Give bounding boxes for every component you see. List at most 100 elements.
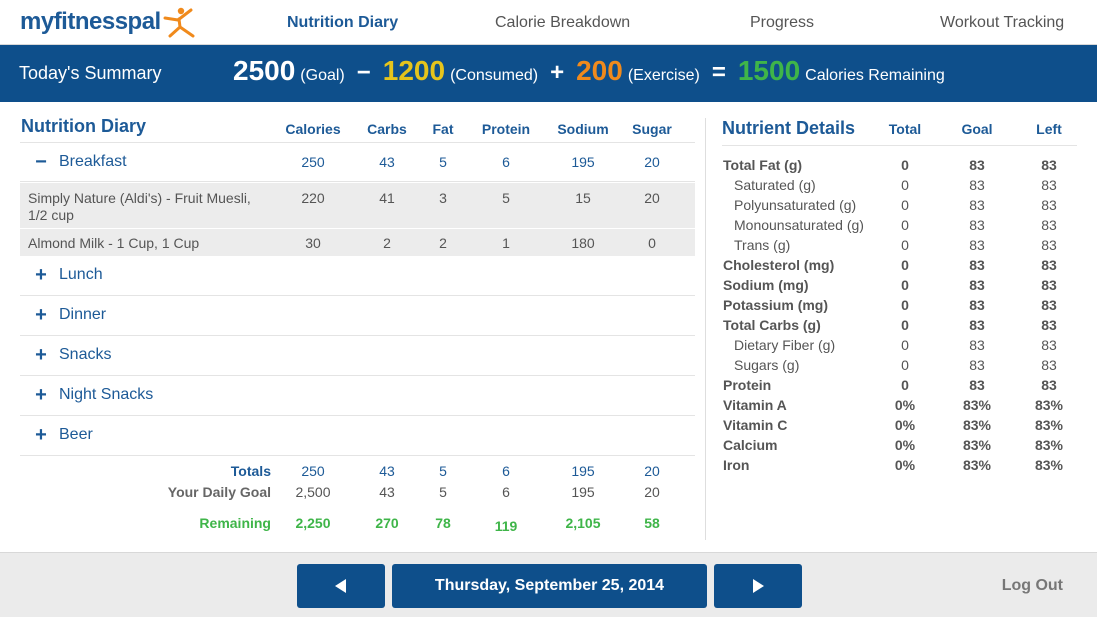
tab-calorie-breakdown[interactable]: Calorie Breakdown	[495, 14, 630, 32]
cell-calories: 250	[301, 154, 325, 170]
meal-row-beer[interactable]: + Beer	[20, 416, 695, 456]
cell-protein: 5	[502, 190, 510, 206]
tab-progress[interactable]: Progress	[750, 14, 814, 32]
triangle-right-icon	[753, 579, 764, 593]
panel-divider	[705, 118, 706, 540]
nutrient-row: Vitamin A 0% 83% 83%	[722, 397, 1077, 417]
nutrient-left: 83	[1041, 237, 1057, 253]
nutrient-row: Protein 0 83 83	[722, 377, 1077, 397]
nutrient-left: 83	[1041, 277, 1057, 293]
nutrient-name: Polyunsaturated (g)	[734, 197, 857, 213]
nutrient-name: Vitamin A	[723, 397, 787, 413]
cell-calories: 2,250	[295, 515, 331, 531]
nutrient-row: Polyunsaturated (g) 0 83 83	[722, 197, 1077, 217]
cell-protein: 6	[502, 484, 510, 500]
meal-row-dinner[interactable]: + Dinner	[20, 296, 695, 336]
next-day-button[interactable]	[714, 564, 802, 608]
cell-calories: 30	[305, 235, 321, 251]
cell-fat: 5	[439, 154, 447, 170]
cell-fat: 5	[439, 484, 447, 500]
nutrient-name: Monounsaturated (g)	[734, 217, 864, 233]
expand-icon[interactable]: +	[34, 344, 48, 367]
nutrient-goal: 83	[969, 317, 985, 333]
nutrient-goal: 83	[969, 337, 985, 353]
cell-fat: 3	[439, 190, 447, 206]
nutrient-total: 0	[901, 377, 909, 393]
nutrient-row: Vitamin C 0% 83% 83%	[722, 417, 1077, 437]
nutrient-name: Calcium	[723, 437, 778, 453]
expand-icon[interactable]: +	[34, 384, 48, 407]
nutrient-goal: 83	[969, 237, 985, 253]
expand-icon[interactable]: +	[34, 424, 48, 447]
summary-title: Today's Summary	[19, 63, 162, 83]
current-date-button[interactable]: Thursday, September 25, 2014	[392, 564, 707, 608]
daily-goal-label: Your Daily Goal	[167, 484, 271, 500]
food-row[interactable]: Almond Milk - 1 Cup, 1 Cup 30 2 2 1 180 …	[20, 228, 695, 256]
cell-sodium: 195	[571, 463, 595, 479]
goal-calories: 2500	[233, 55, 296, 86]
meal-row-snacks[interactable]: + Snacks	[20, 336, 695, 376]
cell-sodium: 15	[575, 190, 591, 206]
meal-row-lunch[interactable]: + Lunch	[20, 256, 695, 296]
cell-calories: 220	[301, 190, 325, 206]
nutrient-name: Dietary Fiber (g)	[734, 337, 836, 353]
nutrient-name: Protein	[723, 377, 772, 393]
nutrient-goal: 83%	[962, 437, 992, 453]
column-header-goal: Goal	[961, 121, 993, 137]
nutrient-goal: 83	[969, 277, 985, 293]
nutrient-name: Trans (g)	[734, 237, 791, 253]
meal-row-night-snacks[interactable]: + Night Snacks	[20, 376, 695, 416]
tab-workout-tracking[interactable]: Workout Tracking	[940, 14, 1064, 32]
remaining-row: Remaining 2,250 270 78 119 2,105 58	[20, 515, 695, 535]
cell-fat: 2	[439, 235, 447, 251]
nutrient-goal: 83	[969, 157, 985, 173]
expand-icon[interactable]: +	[34, 304, 48, 327]
column-header-left: Left	[1036, 121, 1062, 137]
exercise-label: (Exercise)	[627, 67, 700, 84]
nutrient-left: 83	[1041, 157, 1057, 173]
nutrient-row: Potassium (mg) 0 83 83	[722, 297, 1077, 317]
nutrient-total: 0%	[894, 457, 916, 473]
meal-name: Beer	[59, 426, 93, 443]
nutrient-details-title: Nutrient Details	[722, 118, 856, 138]
nutrient-row: Iron 0% 83% 83%	[722, 457, 1077, 477]
nutrient-left: 83	[1041, 357, 1057, 373]
remaining-calories: 1500	[737, 55, 801, 86]
nutrient-left: 83	[1041, 297, 1057, 313]
cell-protein: 6	[502, 154, 510, 170]
nutrient-total: 0	[901, 177, 909, 193]
cell-sugar: 0	[648, 235, 656, 251]
nutrient-left: 83%	[1034, 437, 1064, 453]
daily-goal-row: Your Daily Goal 2,500 43 5 6 195 20	[20, 484, 695, 504]
equals-operator: =	[711, 59, 726, 86]
column-header-protein: Protein	[481, 121, 531, 137]
nutrient-left: 83	[1041, 177, 1057, 193]
top-navigation: myfitnesspal Nutrition Diary Calorie Bre…	[0, 0, 1097, 45]
consumed-label: (Consumed)	[450, 67, 539, 84]
nutrient-row: Total Fat (g) 0 83 83	[722, 157, 1077, 177]
nutrient-total: 0	[901, 297, 909, 313]
cell-sugar: 20	[644, 154, 660, 170]
column-header-sodium: Sodium	[557, 121, 609, 137]
meal-row-breakfast[interactable]: − Breakfast 250 43 5 6 195 20	[20, 142, 695, 182]
tab-nutrition-diary[interactable]: Nutrition Diary	[287, 14, 398, 32]
column-header-sugar: Sugar	[632, 121, 672, 137]
nutrient-left: 83%	[1034, 417, 1064, 433]
log-out-link[interactable]: Log Out	[1002, 577, 1063, 595]
nutrient-row: Saturated (g) 0 83 83	[722, 177, 1077, 197]
myfitnesspal-logo[interactable]: myfitnesspal	[20, 4, 196, 40]
nutrient-left: 83	[1041, 197, 1057, 213]
nutrient-total: 0%	[894, 397, 916, 413]
nutrient-goal: 83	[969, 217, 985, 233]
cell-protein: 119	[494, 518, 518, 534]
nutrient-total: 0%	[894, 417, 916, 433]
nutrient-row: Calcium 0% 83% 83%	[722, 437, 1077, 457]
meal-name: Dinner	[59, 306, 107, 323]
collapse-icon[interactable]: −	[34, 151, 48, 174]
previous-day-button[interactable]	[297, 564, 385, 608]
nutrient-left: 83	[1041, 217, 1057, 233]
exercise-calories: 200	[576, 55, 623, 86]
expand-icon[interactable]: +	[34, 264, 48, 287]
cell-fat: 5	[439, 463, 447, 479]
food-row[interactable]: Simply Nature (Aldi's) - Fruit Muesli, 1…	[20, 182, 695, 228]
